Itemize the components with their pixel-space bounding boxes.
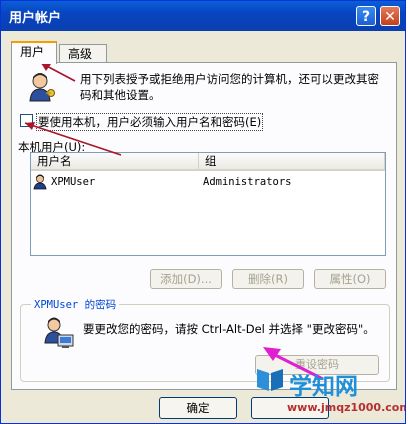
window-title: 用户帐户 [9, 11, 62, 26]
tab-advanced[interactable]: 高级 [59, 44, 107, 63]
site-watermark: 学知网 www.jmqz1000.com [253, 359, 406, 423]
column-header-group[interactable]: 组 [199, 153, 385, 171]
properties-button[interactable]: 属性(O) [314, 269, 386, 289]
close-button[interactable]: ✕ [380, 6, 400, 26]
user-name-cell: XPMUser [51, 176, 96, 188]
add-user-button[interactable]: 添加(D)... [150, 269, 222, 289]
user-accounts-dialog: 用户帐户 ? ✕ 用户 高级 用下列表授予或拒绝用户访问您的计算机，还可以更改其… [0, 0, 406, 424]
password-instructions: 要更改您的密码，请按 Ctrl-Alt-Del 并选择 "更改密码"。 [83, 322, 375, 336]
users-key-icon [29, 73, 55, 102]
watermark-url: www.jmqz1000.com [287, 401, 406, 414]
user-group-cell: Administrators [203, 176, 292, 188]
checkbox-box[interactable] [20, 114, 33, 127]
tab-users[interactable]: 用户 [11, 41, 57, 64]
watermark-logo-icon [257, 369, 283, 391]
users-list[interactable]: 用户名 组 XPMUser Administrators [30, 152, 386, 256]
column-header-username[interactable]: 用户名 [31, 153, 199, 171]
require-login-label[interactable]: 要使用本机，用户必须输入用户名和密码(E) [36, 113, 264, 131]
password-group-title: XPMUser 的密码 [31, 297, 120, 312]
users-tab-panel: 用下列表授予或拒绝用户访问您的计算机，还可以更改其密码和其他设置。 要使用本机，… [11, 62, 397, 390]
user-icon [33, 174, 47, 190]
help-button[interactable]: ? [356, 6, 376, 26]
intro-text: 用下列表授予或拒绝用户访问您的计算机，还可以更改其密码和其他设置。 [80, 72, 379, 102]
table-row[interactable]: XPMUser Administrators [31, 174, 385, 191]
title-bar[interactable]: 用户帐户 ? ✕ [1, 1, 405, 31]
user-computer-icon [44, 317, 74, 348]
ok-button[interactable]: 确定 [159, 397, 237, 419]
watermark-site-name: 学知网 [289, 374, 358, 400]
remove-user-button[interactable]: 删除(R) [232, 269, 304, 289]
